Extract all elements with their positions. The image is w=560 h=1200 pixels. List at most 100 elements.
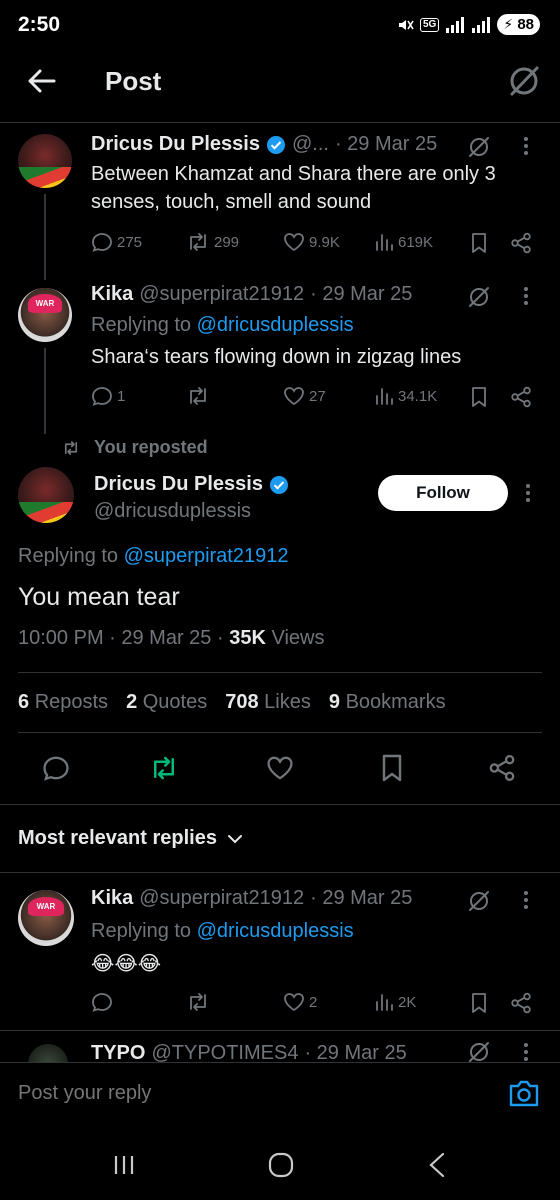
repost-button[interactable]: 299 xyxy=(186,232,239,252)
bookmark-icon xyxy=(472,233,486,253)
bookmark-button[interactable] xyxy=(380,753,404,783)
grok-icon xyxy=(469,1042,489,1062)
grok-button[interactable] xyxy=(506,64,542,98)
reply-input[interactable] xyxy=(18,1082,438,1105)
stat-number: 2 xyxy=(126,691,138,713)
repost-icon xyxy=(154,756,174,780)
reply-icon xyxy=(92,993,112,1012)
author-name[interactable]: Kika xyxy=(91,887,133,910)
stat-reposts[interactable]: 6 Reposts xyxy=(18,691,108,714)
bookmark-button[interactable] xyxy=(470,232,488,254)
author-name[interactable]: Dricus Du Plessis xyxy=(91,133,260,156)
system-back-button[interactable] xyxy=(428,1152,446,1178)
reply-button[interactable] xyxy=(42,755,70,781)
avatar[interactable] xyxy=(18,467,74,523)
stat-number: 6 xyxy=(18,691,30,713)
repost-button[interactable] xyxy=(149,755,179,781)
more-options-button[interactable] xyxy=(522,481,534,505)
share-button[interactable] xyxy=(488,754,516,782)
views-icon xyxy=(376,234,393,251)
share-icon xyxy=(511,232,531,254)
avatar[interactable]: WAR xyxy=(18,890,74,946)
bookmark-button[interactable] xyxy=(470,992,488,1014)
signal-icon xyxy=(446,16,465,33)
home-button[interactable] xyxy=(268,1152,294,1178)
follow-button[interactable]: Follow xyxy=(378,475,508,511)
verified-badge-icon xyxy=(269,475,288,494)
avatar[interactable] xyxy=(18,134,72,188)
post-time: 10:00 PM · 29 Mar 25 · xyxy=(18,627,230,649)
reply-button[interactable]: 275 xyxy=(91,232,142,252)
divider xyxy=(18,672,542,673)
grok-button[interactable] xyxy=(466,285,492,309)
bookmark-button[interactable] xyxy=(470,386,488,408)
stat-quotes[interactable]: 2 Quotes xyxy=(126,691,207,714)
reply-icon xyxy=(92,233,112,252)
thread-line xyxy=(44,348,46,434)
back-chevron-icon xyxy=(429,1152,445,1178)
more-options-button[interactable] xyxy=(520,134,532,158)
stat-label: Likes xyxy=(264,691,311,713)
share-button[interactable] xyxy=(510,232,532,254)
post-date: · 29 Mar 25 xyxy=(304,1042,407,1062)
author-handle: @superpirat21912 xyxy=(139,283,305,305)
more-options-button[interactable] xyxy=(520,284,532,308)
bookmark-icon xyxy=(472,993,486,1013)
bookmark-icon xyxy=(382,754,402,782)
like-button[interactable]: 27 xyxy=(283,386,326,406)
views-icon xyxy=(376,994,393,1011)
tweet1-header: Dricus Du Plessis @... · 29 Mar 25 xyxy=(91,133,491,156)
reply-icon xyxy=(92,387,112,406)
divider xyxy=(0,1030,560,1031)
views-button[interactable]: 34.1K xyxy=(374,386,437,406)
reply-button[interactable]: 1 xyxy=(91,386,125,406)
mention-link[interactable]: @dricusduplessis xyxy=(197,314,354,336)
tweet-text: Between Khamzat and Shara there are only… xyxy=(91,163,496,213)
post-timestamp: 10:00 PM · 29 Mar 25 · 35K Views xyxy=(18,627,324,650)
main-author-row: Dricus Du Plessis xyxy=(94,473,289,496)
repost-button[interactable] xyxy=(186,386,214,406)
avatar[interactable]: WAR xyxy=(18,288,72,342)
author-handle: @superpirat21912 xyxy=(139,887,305,909)
status-bar: 2:50 5G ⚡ 88 xyxy=(0,0,560,52)
camera-icon xyxy=(509,1080,539,1107)
bookmark-icon xyxy=(472,387,486,407)
repost-icon xyxy=(190,993,206,1011)
stat-likes[interactable]: 708 Likes xyxy=(225,691,311,714)
camera-button[interactable] xyxy=(508,1078,540,1108)
like-button[interactable]: 2 xyxy=(283,992,317,1012)
repost-context-label: You reposted xyxy=(94,437,208,457)
reply2-preview[interactable]: TYPO @TYPOTIMES4 · 29 Mar 25 xyxy=(0,1036,560,1062)
chevron-down-icon xyxy=(227,834,242,843)
grok-button[interactable] xyxy=(466,135,492,159)
post-date: · 29 Mar 25 xyxy=(310,283,413,305)
share-button[interactable] xyxy=(510,386,532,408)
views-count: 619K xyxy=(398,233,434,251)
repost-button[interactable] xyxy=(186,992,214,1012)
divider xyxy=(0,872,560,873)
replies-sort-dropdown[interactable]: Most relevant replies xyxy=(18,827,243,850)
views-button[interactable]: 2K xyxy=(374,992,416,1012)
grok-button[interactable] xyxy=(466,889,492,913)
replying-to-prefix: Replying to xyxy=(91,314,197,336)
post-date: · 29 Mar 25 xyxy=(334,133,438,155)
repost-icon xyxy=(190,233,206,251)
reply-button[interactable] xyxy=(91,992,117,1012)
like-button[interactable] xyxy=(266,755,294,781)
stat-bookmarks[interactable]: 9 Bookmarks xyxy=(329,691,446,714)
mention-link[interactable]: @dricusduplessis xyxy=(197,920,354,942)
more-vertical-icon xyxy=(524,1043,528,1061)
author-name[interactable]: Kika xyxy=(91,283,133,306)
more-options-button[interactable] xyxy=(520,888,532,912)
share-button[interactable] xyxy=(510,992,532,1014)
views-count: 35K xyxy=(229,627,266,649)
mention-link[interactable]: @superpirat21912 xyxy=(124,545,289,567)
views-button[interactable]: 619K xyxy=(374,232,433,252)
like-count: 27 xyxy=(309,387,326,405)
recent-apps-button[interactable] xyxy=(112,1154,136,1176)
author-name[interactable]: Dricus Du Plessis xyxy=(94,473,263,496)
like-button[interactable]: 9.9K xyxy=(283,232,340,252)
home-icon xyxy=(268,1152,294,1178)
network-label: 5G xyxy=(419,17,440,32)
back-button[interactable] xyxy=(24,66,58,96)
